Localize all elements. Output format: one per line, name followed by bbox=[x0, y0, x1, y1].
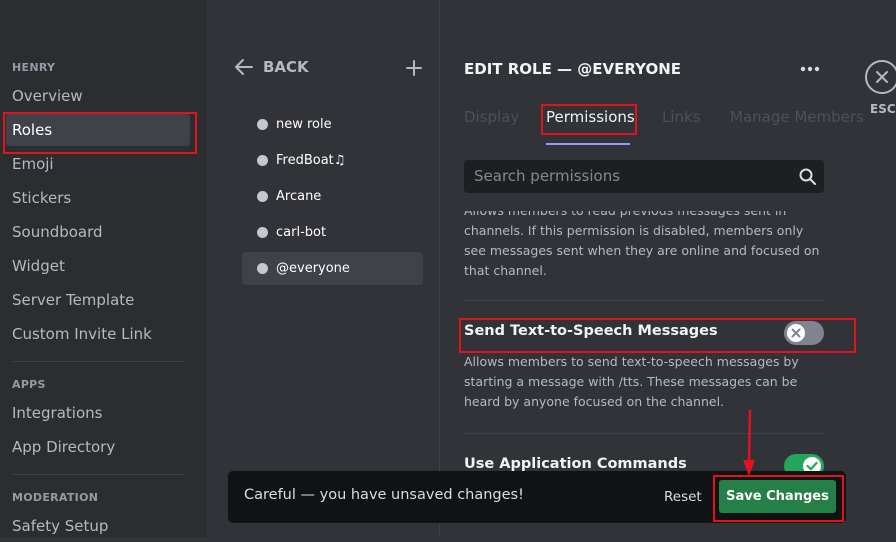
more-options-button[interactable] bbox=[800, 56, 820, 77]
role-name: Arcane bbox=[276, 189, 322, 204]
plus-icon bbox=[406, 60, 422, 76]
reset-button[interactable]: Reset bbox=[664, 489, 702, 505]
save-changes-button[interactable]: Save Changes bbox=[719, 480, 836, 513]
x-icon bbox=[791, 328, 801, 338]
permission-title-app-commands: Use Application Commands bbox=[464, 456, 687, 471]
role-item-everyone[interactable]: @everyone bbox=[242, 252, 423, 285]
sidebar-item-safety-setup[interactable]: Safety Setup bbox=[6, 510, 190, 542]
permission-description: Allows members to read previous messages… bbox=[464, 211, 820, 278]
active-tab-indicator bbox=[546, 143, 630, 145]
toggle-knob bbox=[803, 457, 821, 471]
role-name: carl-bot bbox=[276, 225, 327, 240]
sidebar-item-overview[interactable]: Overview bbox=[6, 80, 190, 112]
sidebar-divider bbox=[12, 361, 184, 362]
more-dots-icon bbox=[800, 66, 820, 72]
role-color-dot bbox=[257, 119, 268, 130]
role-item-fredboat[interactable]: FredBoat♫ bbox=[242, 144, 423, 177]
role-name: new role bbox=[276, 117, 332, 132]
page-title: EDIT ROLE — @EVERYONE bbox=[464, 60, 681, 78]
back-label: BACK bbox=[263, 58, 309, 76]
close-icon bbox=[876, 71, 888, 83]
tab-permissions[interactable]: Permissions bbox=[546, 108, 635, 128]
role-name: FredBoat♫ bbox=[276, 153, 346, 168]
permission-divider bbox=[464, 433, 824, 434]
sidebar-item-server-template[interactable]: Server Template bbox=[6, 284, 190, 316]
moderation-header: MODERATION bbox=[12, 491, 99, 504]
permission-divider bbox=[464, 300, 824, 301]
unsaved-changes-bar: Careful — you have unsaved changes! Rese… bbox=[228, 471, 846, 523]
role-editor: EDIT ROLE — @EVERYONE Display Permission… bbox=[440, 0, 896, 537]
permissions-scroll-area[interactable]: Allows members to read previous messages… bbox=[440, 211, 896, 471]
role-name: @everyone bbox=[276, 261, 350, 276]
role-color-dot bbox=[257, 227, 268, 238]
role-color-dot bbox=[257, 155, 268, 166]
server-name-header: HENRY bbox=[12, 61, 56, 74]
roles-column: BACK new role FredBoat♫ Arcane carl-bot … bbox=[207, 0, 440, 537]
sidebar-item-emoji[interactable]: Emoji bbox=[6, 148, 190, 180]
sidebar-item-soundboard[interactable]: Soundboard bbox=[6, 216, 190, 248]
annotation-arrow-icon bbox=[743, 409, 755, 476]
permission-description-tts: Allows members to send text-to-speech me… bbox=[464, 354, 799, 409]
search-placeholder: Search permissions bbox=[474, 167, 621, 185]
role-color-dot bbox=[257, 191, 268, 202]
search-icon bbox=[799, 168, 816, 185]
sidebar-item-stickers[interactable]: Stickers bbox=[6, 182, 190, 214]
back-button[interactable]: BACK bbox=[235, 58, 309, 76]
tab-display[interactable]: Display bbox=[464, 108, 519, 128]
tab-manage-members[interactable]: Manage Members bbox=[730, 108, 864, 128]
sidebar-item-app-directory[interactable]: App Directory bbox=[6, 431, 190, 463]
apps-header: APPS bbox=[12, 378, 46, 391]
sidebar-divider bbox=[12, 474, 184, 475]
add-role-button[interactable] bbox=[403, 56, 425, 80]
role-color-dot bbox=[257, 263, 268, 274]
toggle-knob bbox=[787, 324, 805, 342]
esc-label: ESC bbox=[870, 102, 896, 116]
permission-title-tts: Send Text-to-Speech Messages bbox=[464, 323, 718, 339]
arrow-left-icon bbox=[235, 59, 253, 75]
role-item-carl-bot[interactable]: carl-bot bbox=[242, 216, 423, 249]
settings-sidebar: HENRY Overview Roles Emoji Stickers Soun… bbox=[0, 0, 207, 537]
close-button[interactable] bbox=[865, 60, 896, 94]
toggle-tts[interactable] bbox=[784, 321, 824, 345]
sidebar-item-custom-invite-link[interactable]: Custom Invite Link bbox=[6, 318, 190, 350]
sidebar-item-roles[interactable]: Roles bbox=[6, 114, 190, 146]
tab-links[interactable]: Links bbox=[662, 108, 701, 128]
search-permissions-input[interactable]: Search permissions bbox=[464, 160, 824, 193]
role-item-new-role[interactable]: new role bbox=[242, 108, 423, 141]
unsaved-changes-text: Careful — you have unsaved changes! bbox=[244, 487, 524, 503]
role-item-arcane[interactable]: Arcane bbox=[242, 180, 423, 213]
toggle-app-commands[interactable] bbox=[784, 454, 824, 471]
sidebar-item-widget[interactable]: Widget bbox=[6, 250, 190, 282]
check-icon bbox=[806, 461, 818, 471]
sidebar-item-integrations[interactable]: Integrations bbox=[6, 397, 190, 429]
